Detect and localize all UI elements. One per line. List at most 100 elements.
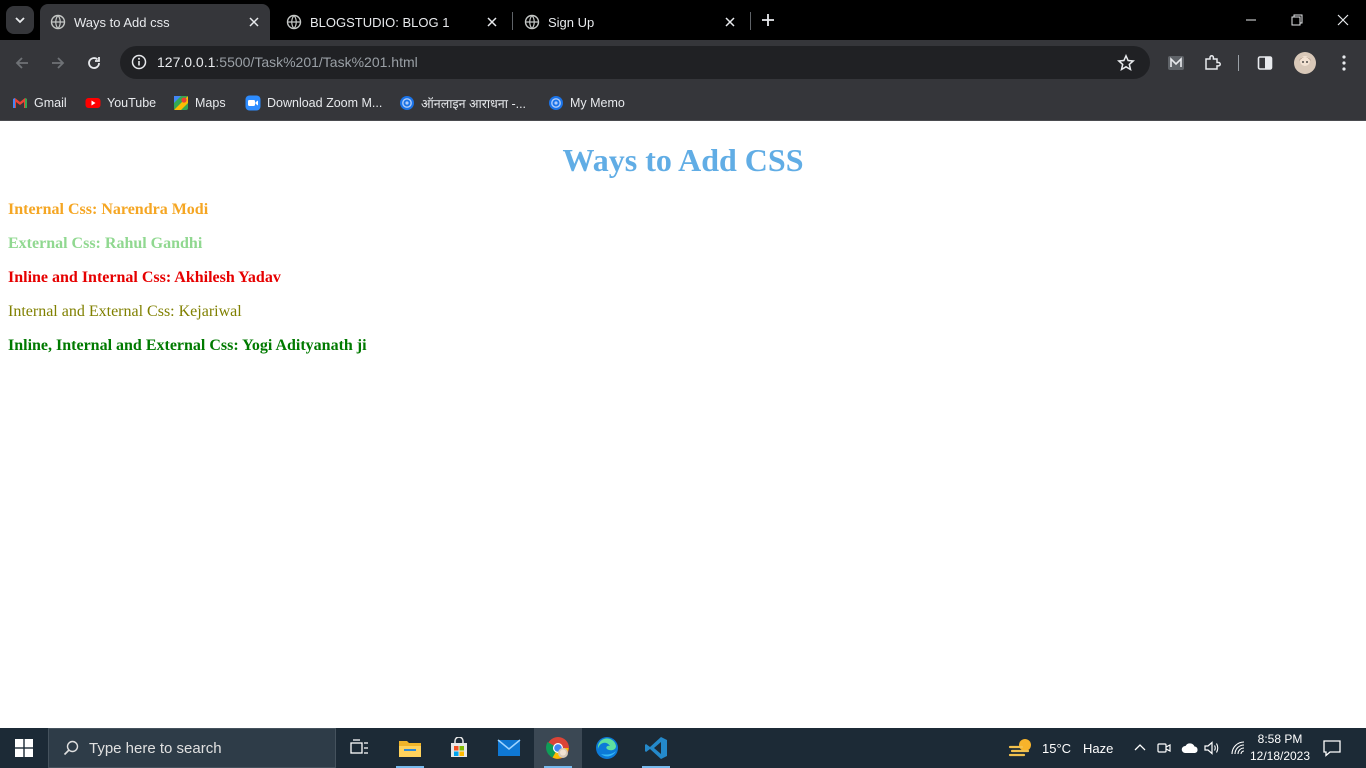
toolbar: 127.0.0.1:5500/Task%201/Task%201.html bbox=[0, 40, 1366, 85]
avatar[interactable] bbox=[1292, 50, 1318, 76]
tab-blogstudio[interactable]: BLOGSTUDIO: BLOG 1 bbox=[276, 4, 508, 40]
content-line-external-css: External Css: Rahul Gandhi bbox=[8, 235, 203, 252]
site-info-icon[interactable] bbox=[128, 51, 150, 73]
tab-signup[interactable]: Sign Up bbox=[514, 4, 746, 40]
meet-now-icon[interactable] bbox=[1157, 728, 1171, 768]
minimize-icon bbox=[1246, 19, 1256, 21]
url-text: 127.0.0.1:5500/Task%201/Task%201.html bbox=[157, 54, 418, 70]
close-tab-icon[interactable] bbox=[244, 12, 264, 32]
arrow-left-icon bbox=[15, 57, 28, 69]
bookmark-label: Gmail bbox=[34, 96, 67, 110]
taskbar-chrome[interactable] bbox=[534, 728, 582, 768]
maps-icon bbox=[174, 96, 188, 110]
weather-widget[interactable]: 15°C Haze bbox=[1008, 728, 1113, 768]
tab-active[interactable]: Ways to Add css bbox=[40, 4, 270, 40]
reload-icon bbox=[88, 57, 100, 69]
taskbar-vscode[interactable] bbox=[632, 728, 680, 768]
globe-icon bbox=[50, 14, 66, 30]
bookmark-label: ऑनलाइन आराधना -... bbox=[421, 96, 527, 111]
tab-title: Ways to Add css bbox=[74, 14, 170, 30]
new-tab-button[interactable] bbox=[756, 8, 780, 32]
plus-icon bbox=[762, 14, 774, 26]
globe-icon bbox=[286, 14, 302, 30]
content-line-internal-css: Internal Css: Narendra Modi bbox=[8, 201, 209, 218]
gmail-icon bbox=[13, 98, 27, 108]
bookmark-zoom[interactable]: Download Zoom M... bbox=[245, 91, 382, 115]
memo-extension-icon[interactable] bbox=[1163, 50, 1189, 76]
close-tab-icon[interactable] bbox=[720, 12, 740, 32]
taskbar-microsoft-store[interactable] bbox=[435, 728, 483, 768]
bookmark-label: My Memo bbox=[570, 96, 625, 110]
taskbar-file-explorer[interactable] bbox=[386, 728, 434, 768]
bookmark-maps[interactable]: Maps bbox=[173, 91, 226, 115]
browser-chrome: Ways to Add css BLOGSTUDIO: BLOG 1 Sign … bbox=[0, 0, 1366, 121]
bookmark-youtube[interactable]: YouTube bbox=[85, 91, 156, 115]
close-icon bbox=[1337, 14, 1349, 26]
page-heading: Ways to Add CSS bbox=[562, 142, 804, 178]
chrome-icon bbox=[546, 737, 569, 759]
bookmark-label: Download Zoom M... bbox=[267, 96, 383, 110]
clock-time: 8:58 PM bbox=[1257, 732, 1303, 746]
web-page-content: Ways to Add CSS Internal Css: Narendra M… bbox=[0, 121, 1366, 728]
globe-icon bbox=[549, 96, 563, 110]
more-menu-icon[interactable] bbox=[1331, 50, 1357, 76]
close-window-button[interactable] bbox=[1320, 0, 1366, 40]
globe-icon bbox=[524, 14, 540, 30]
tab-title: Sign Up bbox=[548, 14, 595, 30]
onedrive-icon[interactable] bbox=[1181, 728, 1199, 768]
haze-weather-icon bbox=[1008, 739, 1031, 757]
restore-button[interactable] bbox=[1274, 0, 1320, 40]
windows-logo-icon bbox=[15, 739, 33, 757]
bookmark-gmail[interactable]: Gmail bbox=[12, 91, 67, 115]
address-bar[interactable]: 127.0.0.1:5500/Task%201/Task%201.html bbox=[120, 46, 1150, 79]
minimize-button[interactable] bbox=[1228, 0, 1274, 40]
url-path: :5500/Task%201/Task%201.html bbox=[215, 54, 418, 70]
tab-separator bbox=[750, 12, 751, 30]
vscode-icon bbox=[645, 737, 667, 759]
search-placeholder: Type here to search bbox=[89, 739, 222, 757]
url-host: 127.0.0.1 bbox=[157, 54, 216, 70]
show-hidden-icons[interactable] bbox=[1134, 728, 1146, 768]
tab-search-button[interactable] bbox=[6, 6, 34, 34]
start-button[interactable] bbox=[0, 728, 48, 768]
notification-icon bbox=[1323, 740, 1341, 757]
forward-button[interactable] bbox=[44, 49, 72, 77]
windows-taskbar: Type here to search 15°C Haze 8:58 PM 12… bbox=[0, 728, 1366, 768]
tab-title: BLOGSTUDIO: BLOG 1 bbox=[310, 14, 450, 30]
folder-icon bbox=[399, 741, 421, 757]
globe-icon bbox=[400, 96, 414, 110]
bookmark-online-aradhana[interactable]: ऑनलाइन आराधना -... bbox=[399, 91, 526, 115]
volume-icon[interactable] bbox=[1204, 728, 1220, 768]
youtube-icon bbox=[85, 98, 101, 108]
edge-icon bbox=[596, 737, 618, 759]
bookmark-my-memo[interactable]: My Memo bbox=[548, 91, 625, 115]
bookmark-label: YouTube bbox=[107, 96, 157, 110]
taskbar-mail[interactable] bbox=[485, 728, 533, 768]
task-view-button[interactable] bbox=[336, 728, 384, 768]
toolbar-divider bbox=[1238, 55, 1239, 71]
taskbar-edge[interactable] bbox=[583, 728, 631, 768]
restore-icon bbox=[1291, 14, 1303, 26]
tab-strip: Ways to Add css BLOGSTUDIO: BLOG 1 Sign … bbox=[0, 0, 1366, 40]
taskbar-clock[interactable]: 8:58 PM 12/18/2023 bbox=[1244, 731, 1316, 765]
extensions-puzzle-icon[interactable] bbox=[1199, 50, 1225, 76]
close-tab-icon[interactable] bbox=[482, 12, 502, 32]
content-line-inline-internal-css: Inline and Internal Css: Akhilesh Yadav bbox=[8, 269, 281, 286]
zoom-icon bbox=[245, 95, 261, 111]
back-button[interactable] bbox=[8, 49, 36, 77]
tab-separator bbox=[512, 12, 513, 30]
weather-temp: 15°C bbox=[1042, 740, 1072, 756]
bookmark-star-icon[interactable] bbox=[1116, 53, 1136, 73]
side-panel-icon[interactable] bbox=[1252, 50, 1278, 76]
arrow-right-icon bbox=[52, 57, 65, 69]
notifications-button[interactable] bbox=[1322, 728, 1342, 768]
bookmark-label: Maps bbox=[195, 96, 226, 110]
reload-button[interactable] bbox=[80, 49, 108, 77]
content-line-internal-external-css: Internal and External Css: Kejariwal bbox=[8, 303, 242, 320]
task-view-icon bbox=[350, 739, 368, 754]
taskbar-search-box[interactable]: Type here to search bbox=[48, 728, 336, 768]
chevron-down-icon bbox=[15, 17, 25, 24]
search-icon bbox=[63, 740, 79, 756]
bookmarks-bar: Gmail YouTube Maps Download Zoom M... ऑन… bbox=[0, 85, 1366, 121]
content-line-inline-internal-external-css: Inline, Internal and External Css: Yogi … bbox=[8, 337, 367, 354]
